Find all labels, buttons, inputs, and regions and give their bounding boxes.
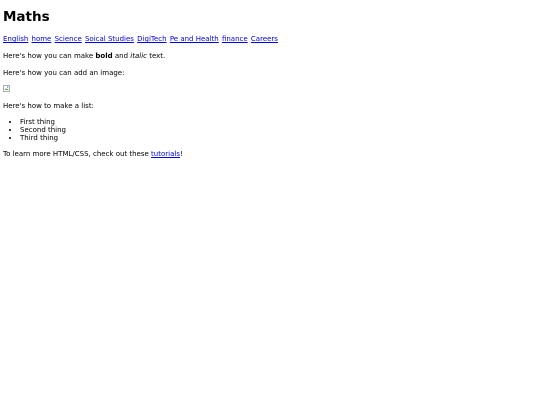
image-intro-paragraph: Here's how you can add an image: [3,68,125,77]
learn-more-paragraph: To learn more HTML/CSS, check out these … [3,150,537,159]
nav-link-pe-and-health[interactable]: Pe and Health [170,35,219,43]
nav-link-social-studies[interactable]: Soical Studies [85,35,134,43]
nav-link-finance[interactable]: finance [222,35,248,43]
learn-intro-text: To learn more HTML/CSS, check out these [3,150,152,159]
broken-image-icon [3,85,10,93]
nav-link-digitech[interactable]: DigiTech [137,35,166,43]
list-item: First thing [20,118,537,127]
list-intro-paragraph: Here's how to make a list: [3,102,94,111]
bold-intro-text: Here's how you can make [3,51,96,60]
list-item: Second thing [20,126,537,135]
page-title: Maths [3,9,50,25]
list-item: Third thing [20,134,537,143]
page-body: Maths English home Science Soical Studie… [0,0,540,159]
bold-outro-text: text. [146,51,166,60]
italic-word: italic [130,51,147,60]
nav-links: English home Science Soical Studies Digi… [3,35,537,44]
learn-outro-text: ! [179,150,183,159]
bold-italic-paragraph: Here's how you can make bold and italic … [3,52,537,61]
bold-and-text: and [112,51,131,60]
image-paragraph [3,85,537,94]
bold-word: bold [95,51,113,60]
tutorials-link[interactable]: tutorials [151,150,180,158]
nav-link-careers[interactable]: Careers [251,35,278,43]
example-list: First thing Second thing Third thing [3,118,537,143]
nav-link-english[interactable]: English [3,35,28,43]
nav-link-science[interactable]: Science [55,35,82,43]
nav-link-home[interactable]: home [32,35,52,43]
